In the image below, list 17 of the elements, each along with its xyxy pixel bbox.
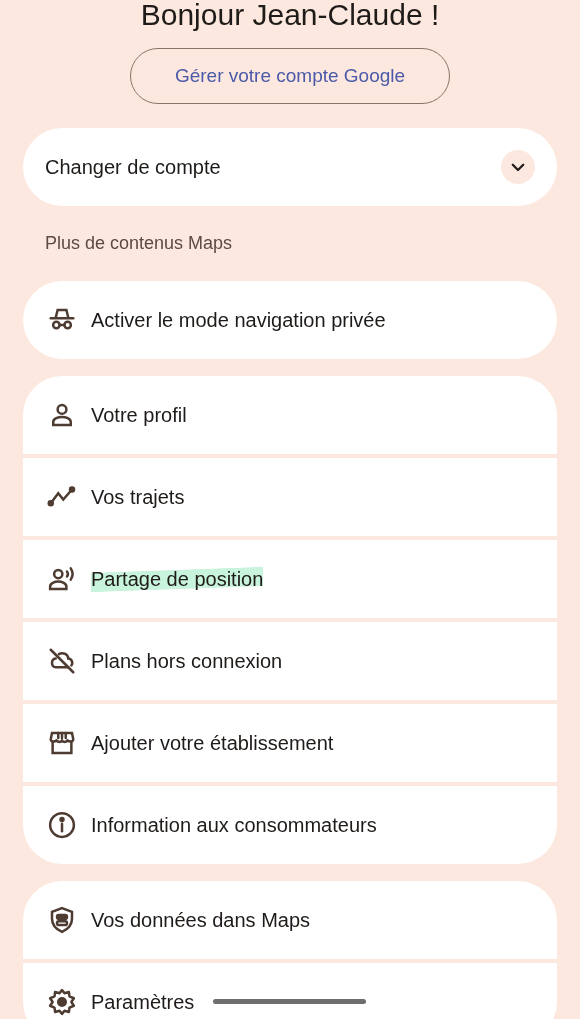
info-icon xyxy=(47,810,77,840)
section-label: Plus de contenus Maps xyxy=(45,232,234,255)
gear-icon xyxy=(47,987,77,1017)
greeting-title: Bonjour Jean-Claude ! xyxy=(139,0,441,30)
menu-item[interactable]: Votre profil xyxy=(23,376,557,454)
account-switcher-label: Changer de compte xyxy=(45,155,221,179)
menu-item[interactable]: Activer le mode navigation privée xyxy=(23,281,557,359)
menu-item[interactable]: Paramètres xyxy=(23,963,557,1019)
menu-item[interactable]: Ajouter votre établissement xyxy=(23,704,557,782)
menu-item[interactable]: Information aux consommateurs xyxy=(23,786,557,864)
cloud-off-icon xyxy=(47,646,77,676)
menu-item[interactable]: Vos trajets xyxy=(23,458,557,536)
menu-item[interactable]: Plans hors connexion xyxy=(23,622,557,700)
account-switcher[interactable]: Changer de compte xyxy=(23,128,557,206)
menu-item[interactable]: Vos données dans Maps xyxy=(23,881,557,959)
chevron-icon[interactable] xyxy=(501,150,535,184)
menu-item[interactable]: Partage de position xyxy=(23,540,557,618)
